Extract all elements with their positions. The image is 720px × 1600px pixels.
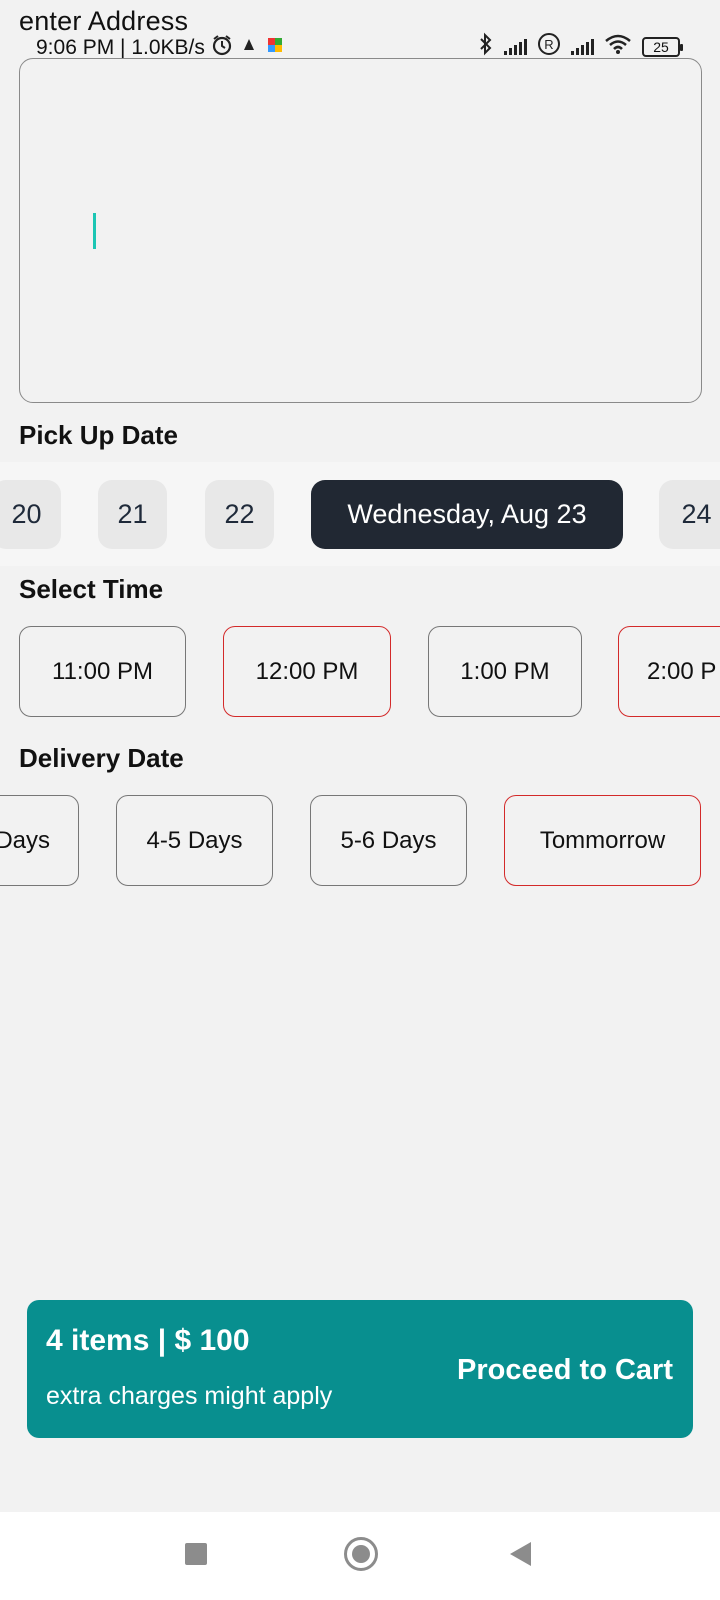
system-nav-bar — [0, 1512, 720, 1600]
pickup-date-strip[interactable]: 20 21 22 Wednesday, Aug 23 24 — [0, 462, 720, 566]
address-input[interactable] — [19, 58, 702, 403]
proceed-to-cart-bar[interactable]: 4 items | $ 100 extra charges might appl… — [27, 1300, 693, 1438]
time-slot-11pm[interactable]: 11:00 PM — [19, 626, 186, 717]
svg-text:R: R — [544, 37, 553, 52]
extra-charges-note: extra charges might apply — [46, 1382, 333, 1410]
delivery-option-tomorrow[interactable]: Tommorrow — [504, 795, 701, 886]
cart-summary: 4 items | $ 100 — [46, 1324, 250, 1357]
delivery-option-5-6-days[interactable]: 5-6 Days — [310, 795, 467, 886]
address-label: enter Address — [19, 6, 189, 36]
wifi-icon — [604, 33, 632, 61]
time-slot-1pm[interactable]: 1:00 PM — [428, 626, 582, 717]
date-chip-22[interactable]: 22 — [205, 480, 274, 549]
proceed-to-cart-button[interactable]: Proceed to Cart — [457, 1354, 673, 1387]
status-time: 9:06 PM | 1.0KB/s — [36, 36, 205, 59]
date-chip-24[interactable]: 24 — [659, 480, 720, 549]
pickup-date-title: Pick Up Date — [19, 420, 178, 450]
select-time-title: Select Time — [19, 574, 164, 604]
time-slot-12pm[interactable]: 12:00 PM — [223, 626, 391, 717]
signal-icon-2 — [571, 39, 594, 55]
recents-icon[interactable] — [185, 1543, 207, 1565]
back-icon[interactable] — [510, 1542, 531, 1566]
date-chip-selected[interactable]: Wednesday, Aug 23 — [311, 480, 623, 549]
delivery-date-title: Delivery Date — [19, 743, 184, 773]
delivery-option-days[interactable]: Days — [0, 795, 79, 886]
signal-icon — [504, 39, 527, 55]
home-icon[interactable] — [344, 1537, 378, 1571]
date-chip-21[interactable]: 21 — [98, 480, 167, 549]
text-caret — [93, 213, 96, 249]
status-bar: enter Address 9:06 PM | 1.0KB/s R 25 — [0, 0, 720, 60]
date-chip-20[interactable]: 20 — [0, 480, 61, 549]
delivery-option-4-5-days[interactable]: 4-5 Days — [116, 795, 273, 886]
battery-icon: 25 — [642, 37, 683, 57]
time-slot-2pm[interactable]: 2:00 P — [618, 626, 720, 717]
